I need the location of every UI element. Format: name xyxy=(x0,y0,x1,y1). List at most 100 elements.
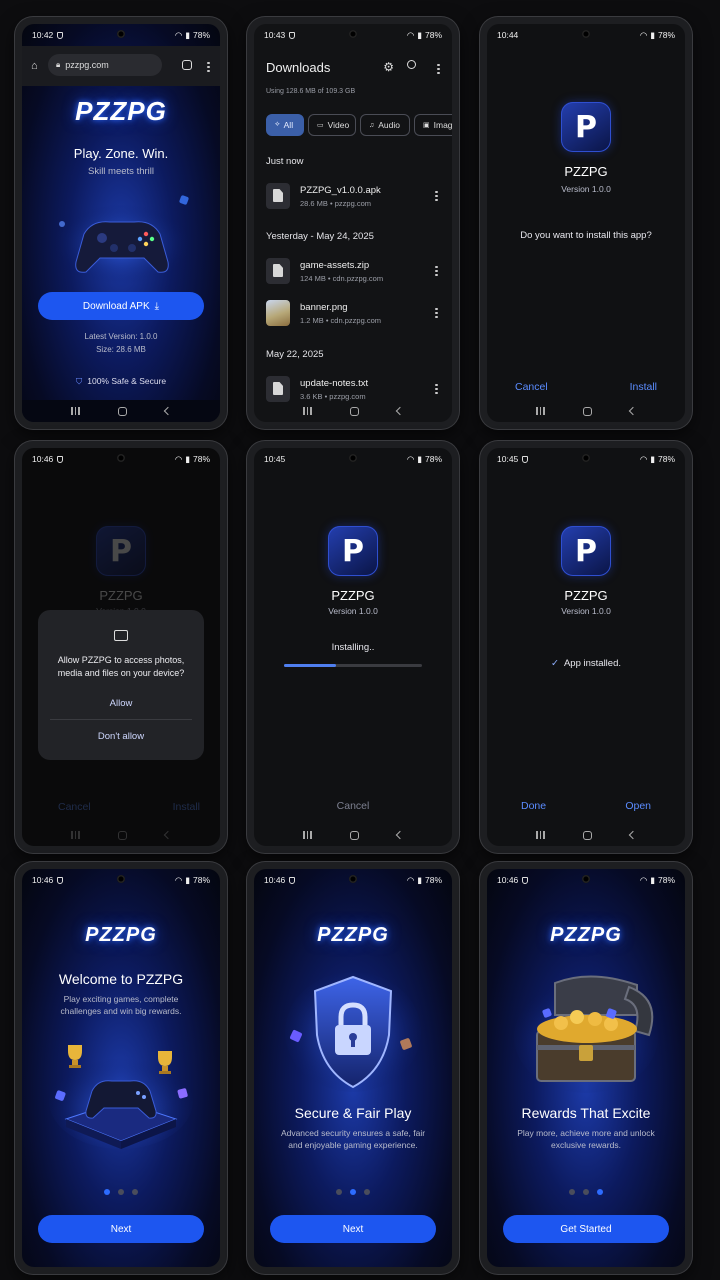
section-header: May 22, 2025 xyxy=(266,349,324,360)
cancel-button[interactable]: Cancel xyxy=(515,381,548,393)
item-menu-icon[interactable] xyxy=(435,264,438,278)
front-camera xyxy=(117,875,125,883)
cancel-button[interactable]: Cancel xyxy=(254,800,452,812)
back-icon[interactable] xyxy=(395,406,405,416)
list-item[interactable]: banner.png 1.2 MB • cdn.pzzpg.com xyxy=(266,299,444,327)
file-name: PZZPG_v1.0.0.apk xyxy=(300,184,381,196)
image-icon: ▣ xyxy=(423,122,430,129)
shield-lock-illustration xyxy=(285,972,421,1092)
battery-level: 78% xyxy=(424,875,442,885)
download-apk-button[interactable]: Download APK ⤓ xyxy=(38,292,204,320)
signal-icon: ▮ xyxy=(185,874,190,885)
recents-icon[interactable] xyxy=(71,407,80,415)
file-icon xyxy=(266,258,290,284)
address-bar[interactable]: 🔒︎ pzzpg.com xyxy=(48,54,162,76)
open-button[interactable]: Open xyxy=(625,800,651,812)
search-icon[interactable] xyxy=(407,60,416,69)
install-prompt-screen: 10:44 ◠ ▮ 78% P PZZPG Version 1.0.0 Do you… xyxy=(487,24,685,422)
pager-dots xyxy=(254,1189,452,1195)
installing-label: Installing.. xyxy=(331,642,375,653)
slide-body: Play more, achieve more and unlock exclu… xyxy=(517,1128,655,1150)
clock: 10:46 xyxy=(32,454,54,464)
phone-permission: 10:46 ◠▮78% P PZZPG Version 1.0.0 Cancel… xyxy=(15,441,227,853)
clock: 10:44 xyxy=(497,30,519,40)
pager-dot xyxy=(336,1189,342,1195)
nav-bar xyxy=(22,824,220,846)
back-icon[interactable] xyxy=(628,830,638,840)
item-menu-icon[interactable] xyxy=(435,306,438,320)
list-item[interactable]: update-notes.txt 3.6 KB • pzzpg.com xyxy=(266,375,444,403)
front-camera xyxy=(582,875,590,883)
recents-icon[interactable] xyxy=(303,831,312,839)
back-icon[interactable] xyxy=(163,406,173,416)
deny-button[interactable]: Don't allow xyxy=(38,731,204,742)
recents-icon[interactable] xyxy=(536,407,545,415)
gear-icon[interactable]: ⚙ xyxy=(383,60,394,74)
home-nav-icon[interactable] xyxy=(582,830,592,840)
pager-dot xyxy=(583,1189,589,1195)
back-icon[interactable] xyxy=(628,406,638,416)
back-icon[interactable] xyxy=(163,830,173,840)
install-question: Do you want to install this app? xyxy=(520,230,652,241)
phone-install-prompt: 10:44 ◠ ▮ 78% P PZZPG Version 1.0.0 Do you… xyxy=(480,17,692,429)
tabs-icon[interactable] xyxy=(182,60,192,70)
gamepad-trophy-illustration xyxy=(49,1045,193,1149)
signal-icon: ▮ xyxy=(185,29,190,40)
chip-all[interactable]: ⟡ All xyxy=(266,114,304,136)
pager-dots xyxy=(22,1189,220,1195)
recents-icon[interactable] xyxy=(303,407,312,415)
item-menu-icon[interactable] xyxy=(435,382,438,396)
shield-status-icon xyxy=(522,455,529,463)
item-menu-icon[interactable] xyxy=(435,189,438,203)
chip-label: Video xyxy=(327,120,350,130)
next-label: Next xyxy=(110,1223,132,1235)
chip-audio[interactable]: ♫ Audio xyxy=(360,114,410,136)
chip-video[interactable]: ▭ Video xyxy=(308,114,356,136)
chip-images[interactable]: ▣ Imag xyxy=(414,114,452,136)
front-camera xyxy=(349,454,357,462)
tagline: Play. Zone. Win. xyxy=(73,146,169,161)
install-button[interactable]: Install xyxy=(630,381,657,393)
signal-icon: ▮ xyxy=(417,874,422,885)
list-item[interactable]: game-assets.zip 124 MB • cdn.pzzpg.com xyxy=(266,257,444,285)
next-button[interactable]: Next xyxy=(270,1215,436,1243)
recents-icon[interactable] xyxy=(71,831,80,839)
home-nav-icon[interactable] xyxy=(349,830,359,840)
back-icon[interactable] xyxy=(395,830,405,840)
app-name: PZZPG xyxy=(564,588,608,603)
slide-body: Play exciting games, complete challenges… xyxy=(60,994,182,1016)
home-nav-icon[interactable] xyxy=(582,406,592,416)
home-nav-icon[interactable] xyxy=(117,406,127,416)
version-info: Latest Version: 1.0.0 xyxy=(84,332,158,341)
front-camera xyxy=(582,454,590,462)
home-icon[interactable]: ⌂ xyxy=(31,60,38,72)
recents-icon[interactable] xyxy=(536,831,545,839)
url-text: pzzpg.com xyxy=(65,60,109,70)
battery-level: 78% xyxy=(192,454,210,464)
file-meta: 1.2 MB • cdn.pzzpg.com xyxy=(300,315,381,325)
size-info: Size: 28.6 MB xyxy=(96,345,146,354)
pager-dot xyxy=(350,1189,356,1195)
done-button[interactable]: Done xyxy=(521,800,546,812)
wifi-icon: ◠ xyxy=(174,874,183,885)
home-nav-icon[interactable] xyxy=(349,406,359,416)
allow-button[interactable]: Allow xyxy=(38,698,204,709)
app-icon: P xyxy=(96,526,146,576)
slide-title: Welcome to PZZPG xyxy=(58,971,184,987)
home-nav-icon[interactable] xyxy=(117,830,127,840)
chip-label: All xyxy=(283,120,294,130)
get-started-button[interactable]: Get Started xyxy=(503,1215,669,1243)
shield-status-icon xyxy=(57,31,64,39)
next-button[interactable]: Next xyxy=(38,1215,204,1243)
signal-icon: ▮ xyxy=(417,29,422,40)
check-icon: ✓ xyxy=(550,658,559,669)
downloads-menu-icon[interactable] xyxy=(437,62,440,76)
wifi-icon: ◠ xyxy=(174,453,183,464)
wifi-icon: ◠ xyxy=(406,29,415,40)
list-item[interactable]: PZZPG_v1.0.0.apk 28.6 MB • pzzpg.com xyxy=(266,182,444,210)
brand-logo: PZZPG xyxy=(317,924,389,946)
file-icon xyxy=(266,376,290,402)
front-camera xyxy=(349,875,357,883)
browser-menu-icon[interactable] xyxy=(207,60,210,74)
install-progress-bar xyxy=(284,664,422,667)
